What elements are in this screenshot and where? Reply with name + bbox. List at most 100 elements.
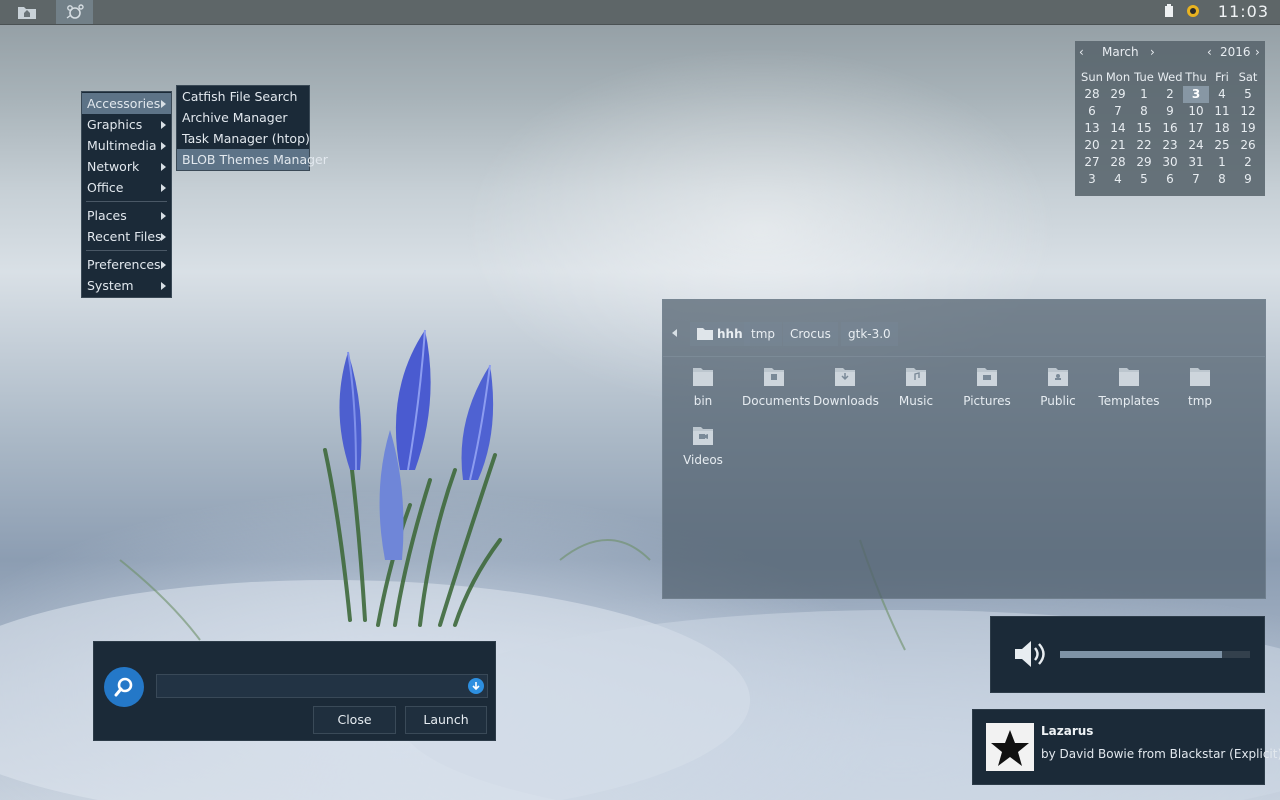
- calendar-day[interactable]: 7: [1105, 103, 1131, 120]
- menu-item-multimedia[interactable]: Multimedia: [82, 135, 171, 156]
- menu-item-office[interactable]: Office: [82, 177, 171, 198]
- applications-menu-button[interactable]: [56, 0, 93, 24]
- pathbar-scroll-left-icon[interactable]: [672, 329, 677, 337]
- calendar-day[interactable]: 2: [1157, 86, 1183, 103]
- calendar-day[interactable]: 28: [1079, 86, 1105, 103]
- calendar-day[interactable]: 23: [1157, 137, 1183, 154]
- file-item-downloads[interactable]: Downloads: [813, 366, 879, 408]
- music-notification[interactable]: Lazarus by David Bowie from Blackstar (E…: [972, 709, 1280, 785]
- calendar-day[interactable]: 13: [1079, 120, 1105, 137]
- calendar-day[interactable]: 1: [1209, 154, 1235, 171]
- menu-item-accessories[interactable]: Accessories: [82, 93, 171, 114]
- submenu-arrow-icon: [161, 184, 166, 192]
- calendar-day[interactable]: 4: [1209, 86, 1235, 103]
- clipboard-icon[interactable]: [1164, 4, 1174, 21]
- updates-indicator-icon[interactable]: [1186, 4, 1200, 21]
- calendar-day[interactable]: 25: [1209, 137, 1235, 154]
- menu-item-system[interactable]: System: [82, 275, 171, 296]
- calendar-day[interactable]: 2: [1235, 154, 1261, 171]
- prev-month-icon[interactable]: ‹: [1079, 45, 1084, 61]
- calendar-day[interactable]: 21: [1105, 137, 1131, 154]
- calendar-day[interactable]: 9: [1235, 171, 1261, 188]
- file-item-documents[interactable]: Documents: [742, 366, 810, 408]
- calendar-day[interactable]: 20: [1079, 137, 1105, 154]
- calendar-day[interactable]: 6: [1079, 103, 1105, 120]
- show-desktop-button[interactable]: [10, 0, 44, 24]
- file-item-label: Public: [1040, 394, 1076, 408]
- volume-slider[interactable]: [1060, 651, 1250, 658]
- menu-item-graphics[interactable]: Graphics: [82, 114, 171, 135]
- calendar-day[interactable]: 12: [1235, 103, 1261, 120]
- crumb-gtk[interactable]: gtk-3.0: [841, 322, 898, 346]
- calendar-day-name: Sun: [1081, 70, 1103, 84]
- calendar-day[interactable]: 8: [1209, 171, 1235, 188]
- folder-documents-icon: [764, 368, 784, 386]
- file-item-label: Downloads: [813, 394, 879, 408]
- menu-item-task-manager[interactable]: Task Manager (htop): [177, 128, 310, 149]
- file-item-bin[interactable]: bin: [671, 366, 735, 408]
- next-month-icon[interactable]: ›: [1150, 45, 1155, 61]
- calendar-day[interactable]: 1: [1131, 86, 1157, 103]
- calendar-day[interactable]: 10: [1183, 103, 1209, 120]
- crumb-tmp[interactable]: tmp: [744, 322, 783, 346]
- file-item-public[interactable]: Public: [1026, 366, 1090, 408]
- menu-item-blob-themes-manager[interactable]: BLOB Themes Manager: [177, 149, 328, 170]
- menu-item-preferences[interactable]: Preferences: [82, 254, 171, 275]
- submenu-arrow-icon: [161, 163, 166, 171]
- calendar-day[interactable]: 15: [1131, 120, 1157, 137]
- calendar-day-name: Wed: [1157, 70, 1183, 84]
- calendar-day[interactable]: 3: [1079, 171, 1105, 188]
- calendar-day[interactable]: 6: [1157, 171, 1183, 188]
- close-button[interactable]: Close: [313, 706, 396, 734]
- calendar-day[interactable]: 28: [1105, 154, 1131, 171]
- pathbar: hhh tmp Crocus gtk-3.0: [663, 300, 1265, 357]
- calendar-day[interactable]: 9: [1157, 103, 1183, 120]
- prev-year-icon[interactable]: ‹: [1207, 45, 1212, 61]
- submenu-arrow-icon: [161, 261, 166, 269]
- calendar-day[interactable]: 26: [1235, 137, 1261, 154]
- history-dropdown-icon[interactable]: [468, 678, 484, 694]
- calendar-day-name: Mon: [1105, 70, 1131, 84]
- file-item-label: tmp: [1187, 394, 1212, 408]
- calendar-day-name: Tue: [1134, 70, 1154, 84]
- menu-item-network[interactable]: Network: [82, 156, 171, 177]
- calendar-day[interactable]: 17: [1183, 120, 1209, 137]
- volume-level-fill: [1060, 651, 1222, 658]
- next-year-icon[interactable]: ›: [1255, 45, 1260, 61]
- calendar-day[interactable]: 29: [1131, 154, 1157, 171]
- calendar-day[interactable]: 11: [1209, 103, 1235, 120]
- submenu-arrow-icon: [161, 121, 166, 129]
- accessories-submenu: Catfish File Search Archive Manager Task…: [176, 85, 328, 171]
- panel-clock[interactable]: 11:03: [1218, 2, 1269, 21]
- calendar-day[interactable]: 4: [1105, 171, 1131, 188]
- launch-button[interactable]: Launch: [405, 706, 487, 734]
- calendar-day[interactable]: 5: [1235, 86, 1261, 103]
- menu-item-archive-manager[interactable]: Archive Manager: [177, 107, 309, 128]
- file-item-videos[interactable]: Videos: [671, 425, 735, 467]
- calendar-day[interactable]: 31: [1183, 154, 1209, 171]
- calendar-day[interactable]: 14: [1105, 120, 1131, 137]
- calendar-day[interactable]: 7: [1183, 171, 1209, 188]
- calendar-day[interactable]: 8: [1131, 103, 1157, 120]
- calendar-day[interactable]: 30: [1157, 154, 1183, 171]
- file-item-pictures[interactable]: Pictures: [955, 366, 1019, 408]
- calendar-day[interactable]: 18: [1209, 120, 1235, 137]
- file-item-templates[interactable]: Templates: [1097, 366, 1161, 408]
- calendar-day[interactable]: 16: [1157, 120, 1183, 137]
- crumb-home[interactable]: hhh: [690, 322, 750, 346]
- calendar-day[interactable]: 27: [1079, 154, 1105, 171]
- crumb-crocus[interactable]: Crocus: [783, 322, 838, 346]
- calendar-day[interactable]: 29: [1105, 86, 1131, 103]
- home-folder-icon: [697, 328, 713, 340]
- file-item-music[interactable]: Music: [884, 366, 948, 408]
- menu-item-places[interactable]: Places: [82, 205, 171, 226]
- calendar-day[interactable]: 24: [1183, 137, 1209, 154]
- calendar-day[interactable]: 19: [1235, 120, 1261, 137]
- menu-item-catfish[interactable]: Catfish File Search: [177, 86, 309, 107]
- menu-item-recent-files[interactable]: Recent Files: [82, 226, 171, 247]
- calendar-day[interactable]: 22: [1131, 137, 1157, 154]
- calendar-day[interactable]: 3: [1183, 86, 1209, 103]
- file-item-tmp[interactable]: tmp: [1168, 366, 1232, 408]
- calendar-day[interactable]: 5: [1131, 171, 1157, 188]
- command-input[interactable]: [156, 674, 488, 698]
